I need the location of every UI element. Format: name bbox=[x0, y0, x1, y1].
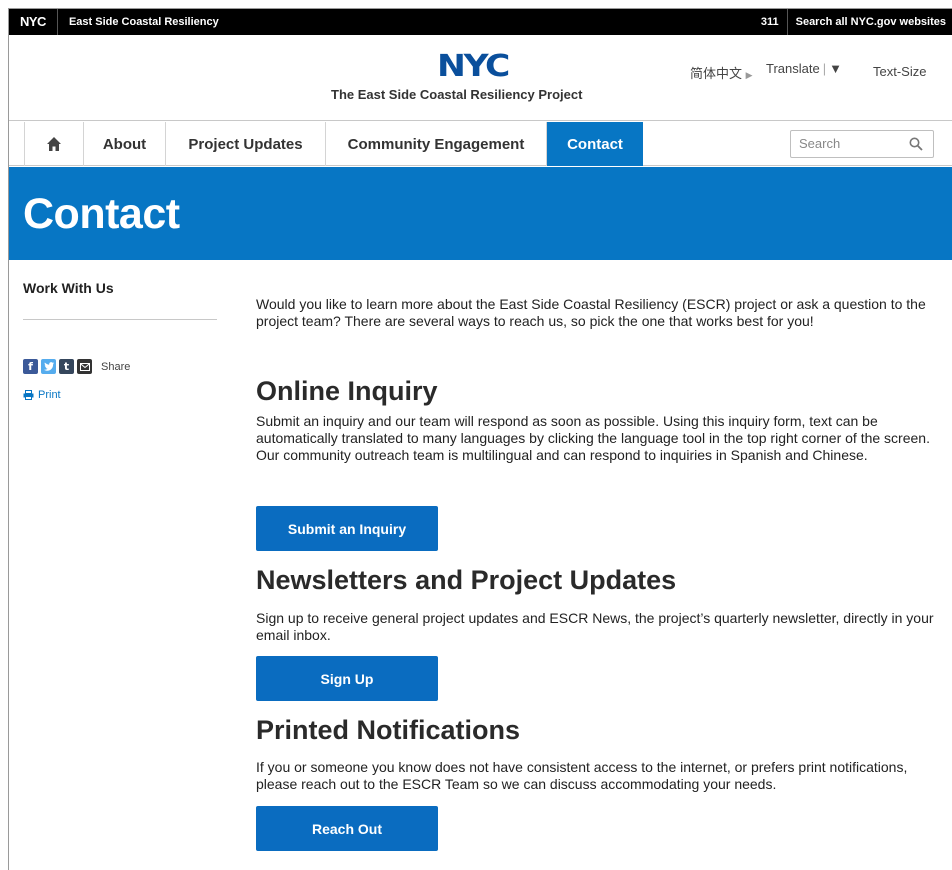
page-title: Contact bbox=[23, 190, 180, 238]
share-toolbar: f t Share bbox=[23, 359, 130, 374]
print-label: Print bbox=[38, 389, 61, 401]
nyc-mini-logo[interactable]: NYC bbox=[9, 9, 58, 35]
submit-inquiry-button[interactable]: Submit an Inquiry bbox=[256, 506, 438, 551]
text-size-control[interactable]: Text-Size bbox=[873, 64, 926, 79]
caret-right-icon: ▶ bbox=[745, 70, 753, 80]
search-input[interactable]: Search bbox=[790, 130, 934, 158]
twitter-icon[interactable] bbox=[41, 359, 56, 374]
search-all-nyc-link[interactable]: Search all NYC.gov websites bbox=[788, 16, 952, 28]
language-label: 简体中文 bbox=[690, 66, 743, 81]
search-icon[interactable] bbox=[909, 137, 923, 151]
section-text-newsletters: Sign up to receive general project updat… bbox=[256, 610, 934, 643]
translate-divider: | bbox=[822, 61, 827, 76]
section-text-online-inquiry: Submit an inquiry and our team will resp… bbox=[256, 413, 930, 463]
section-heading-online-inquiry: Online Inquiry bbox=[256, 376, 438, 406]
project-title[interactable]: The East Side Coastal Resiliency Project bbox=[331, 87, 582, 102]
nav-project-updates[interactable]: Project Updates bbox=[166, 122, 326, 166]
nyc-logo[interactable]: NYC bbox=[437, 52, 518, 82]
nav-home[interactable] bbox=[24, 122, 84, 166]
nav-contact[interactable]: Contact bbox=[547, 122, 643, 166]
print-link[interactable]: Print bbox=[23, 389, 61, 401]
top-bar-right: 311 Search all NYC.gov websites bbox=[753, 9, 952, 35]
share-label[interactable]: Share bbox=[101, 361, 130, 373]
sidebar-link-work-with-us[interactable]: Work With Us bbox=[23, 280, 114, 296]
site-header: NYC The East Side Coastal Resiliency Pro… bbox=[9, 35, 952, 121]
language-selector[interactable]: 简体中文 ▶ bbox=[690, 63, 753, 82]
home-icon bbox=[47, 137, 61, 151]
section-heading-newsletters: Newsletters and Project Updates bbox=[256, 565, 677, 595]
nav-community-engagement[interactable]: Community Engagement bbox=[326, 122, 547, 166]
caret-down-icon: ▼ bbox=[829, 61, 842, 76]
printer-icon bbox=[23, 390, 34, 400]
main-nav: About Project Updates Community Engageme… bbox=[9, 122, 952, 166]
page-frame: NYC East Side Coastal Resiliency 311 Sea… bbox=[8, 8, 952, 870]
intro-text: Would you like to learn more about the E… bbox=[256, 296, 926, 329]
page-banner: Contact bbox=[9, 167, 952, 260]
link-311[interactable]: 311 bbox=[753, 9, 788, 35]
translate-dropdown[interactable]: Translate | ▼ bbox=[766, 61, 842, 76]
email-icon[interactable] bbox=[77, 359, 92, 374]
tumblr-icon[interactable]: t bbox=[59, 359, 74, 374]
translate-label: Translate bbox=[766, 61, 820, 76]
sidebar-divider bbox=[23, 319, 217, 320]
top-bar: NYC East Side Coastal Resiliency 311 Sea… bbox=[9, 9, 952, 35]
facebook-icon[interactable]: f bbox=[23, 359, 38, 374]
section-heading-printed-notifications: Printed Notifications bbox=[256, 715, 521, 745]
nav-about[interactable]: About bbox=[84, 122, 166, 166]
site-name-link[interactable]: East Side Coastal Resiliency bbox=[58, 16, 219, 28]
sign-up-button[interactable]: Sign Up bbox=[256, 656, 438, 701]
reach-out-button[interactable]: Reach Out bbox=[256, 806, 438, 851]
search-placeholder: Search bbox=[799, 136, 841, 151]
section-text-printed-notifications: If you or someone you know does not have… bbox=[256, 759, 908, 792]
